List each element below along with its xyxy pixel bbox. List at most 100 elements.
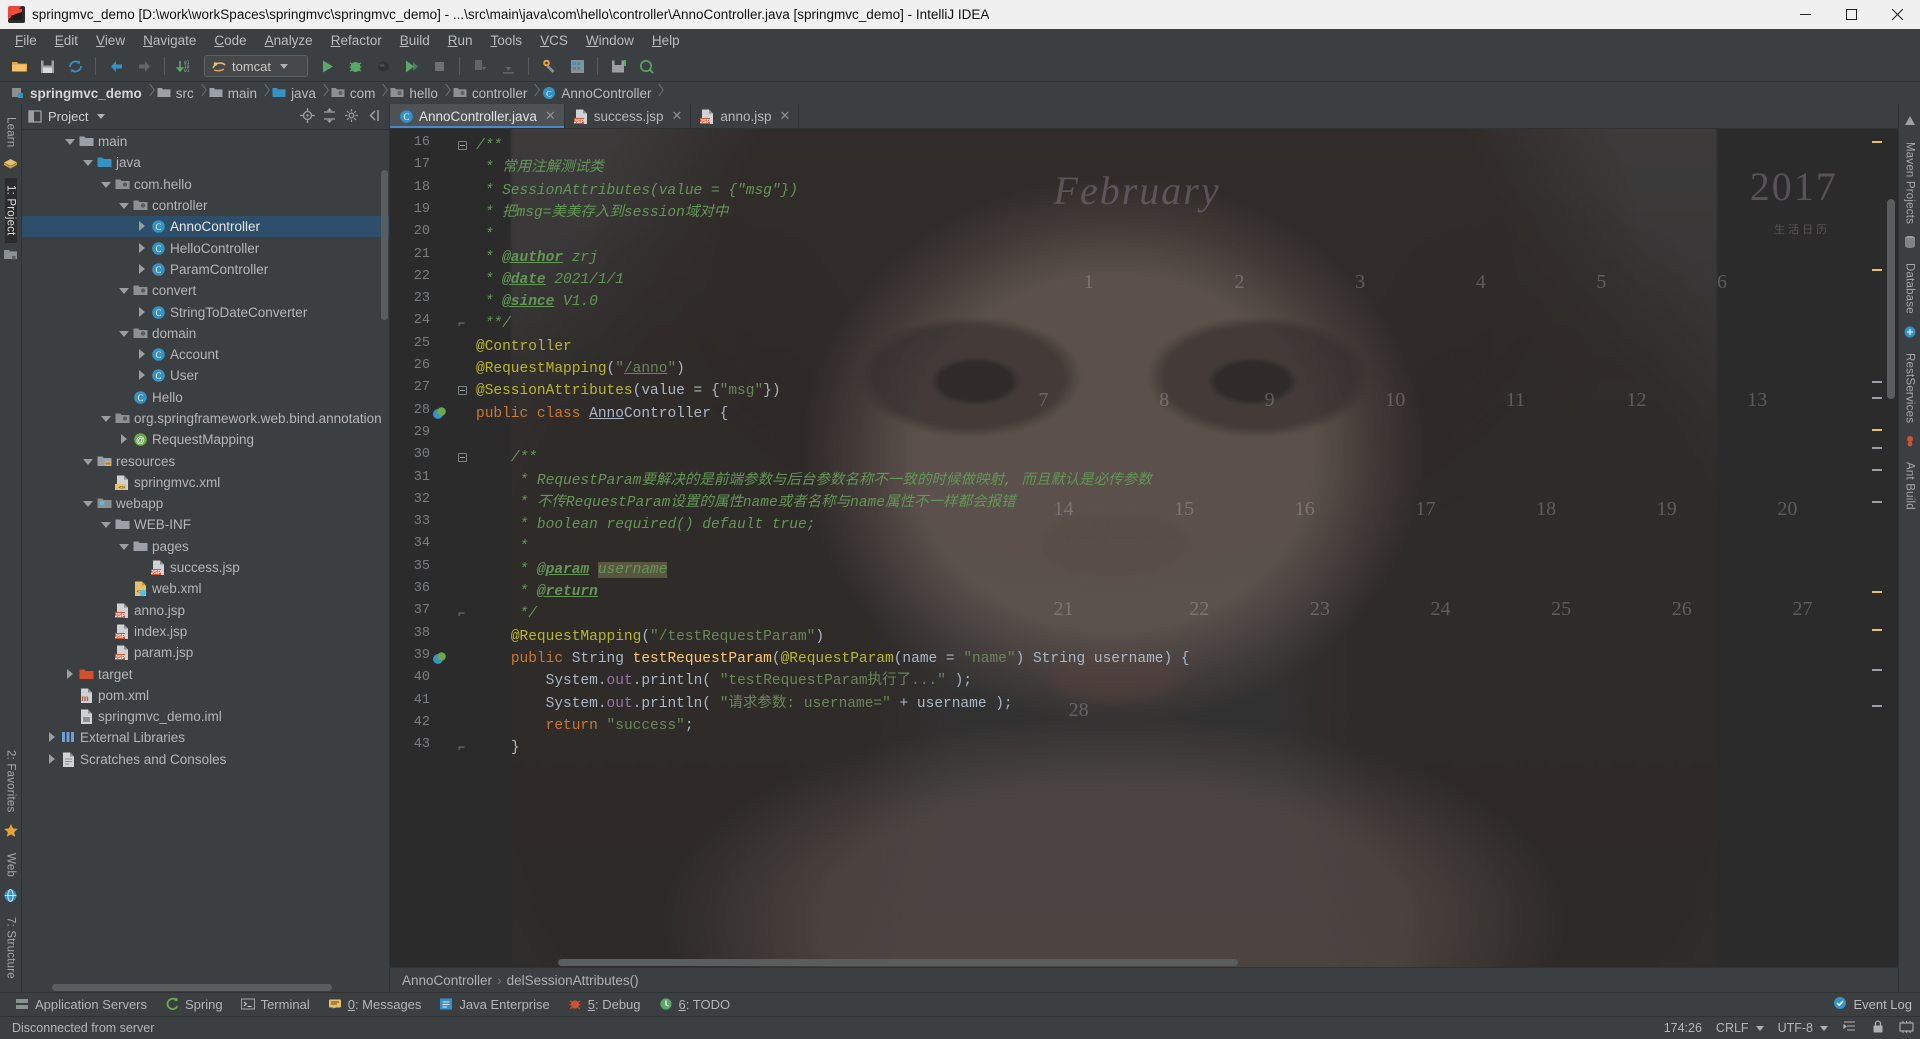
compile-icon[interactable]: 01 10 01 [172, 54, 198, 78]
database-icon[interactable] [1903, 235, 1917, 252]
spring-bean-gutter-icon[interactable] [432, 651, 447, 669]
code-line[interactable]: * 常用注解测试类 [476, 157, 1898, 179]
tree-item-index-jsp[interactable]: JSP index.jsp [22, 621, 389, 642]
tree-item-paramcontroller[interactable]: C ParamController [22, 259, 389, 280]
breadcrumb-annocontroller[interactable]: C AnnoController [539, 82, 655, 104]
tree-twisty-down-icon[interactable] [100, 413, 111, 424]
tree-twisty-right-icon[interactable] [136, 306, 147, 318]
tree-twisty-down-icon[interactable] [118, 328, 129, 339]
editor-viewport[interactable]: February 2017 生活日历 1 2 3 4 5 6 7 8 9 10 11 12 13 14 15… [390, 129, 1898, 967]
tree-twisty-down-icon[interactable] [82, 498, 93, 509]
code-line[interactable]: System.out.println( "testRequestParam执行了… [476, 670, 1898, 692]
profile-icon[interactable] [398, 54, 424, 78]
minimize-button[interactable] [1782, 0, 1828, 29]
settings-gear-icon[interactable] [536, 54, 562, 78]
menu-item-vcs[interactable]: VCS [531, 31, 577, 50]
code-line[interactable]: public String testRequestParam(@RequestP… [476, 648, 1898, 670]
favorites-star-icon[interactable] [3, 823, 19, 842]
tree-item-requestmapping[interactable]: @ RequestMapping [22, 429, 389, 450]
tree-item-target[interactable]: target [22, 663, 389, 684]
tree-twisty-right-icon[interactable] [136, 263, 147, 275]
tree-item-springmvc-demo-iml[interactable]: springmvc_demo.iml [22, 706, 389, 727]
code-fold-brace-icon[interactable]: ⌐ [458, 317, 467, 329]
code-line[interactable] [476, 425, 1898, 447]
breadcrumb-method[interactable]: delSessionAttributes() [507, 973, 639, 988]
close-icon[interactable]: ✕ [672, 108, 683, 124]
encoding-chevron-icon[interactable] [1820, 1025, 1828, 1031]
menu-item-file[interactable]: File [6, 31, 46, 50]
breadcrumb-springmvc-demo[interactable]: springmvc_demo [8, 82, 146, 104]
tree-item-resources[interactable]: resources [22, 450, 389, 471]
code-line[interactable]: @SessionAttributes(value = {"msg"}) [476, 380, 1898, 402]
project-view-chevron-icon[interactable] [97, 114, 106, 119]
code-fold-brace-icon[interactable]: ⌐ [458, 607, 467, 619]
tree-twisty-right-icon[interactable] [136, 221, 147, 232]
tree-twisty-right-icon[interactable] [136, 349, 147, 360]
event-log-label[interactable]: Event Log [1853, 997, 1912, 1012]
run-configuration-selector[interactable]: tomcat [204, 55, 308, 77]
rail-item-web[interactable]: Web [5, 846, 17, 884]
project-tree-scrollbar[interactable] [381, 130, 388, 983]
code-line[interactable]: */ [476, 603, 1898, 625]
tool-window-java-enterprise[interactable]: Java Enterprise [430, 995, 558, 1014]
line-separator[interactable]: CRLF [1716, 1021, 1764, 1035]
tool-window-terminal[interactable]: Terminal [232, 995, 319, 1014]
tree-item-com-hello[interactable]: com.hello [22, 174, 389, 195]
project-tree[interactable]: main java com.hello controller C AnnoControll… [22, 130, 389, 983]
tree-item-web-inf[interactable]: WEB-INF [22, 514, 389, 535]
tree-item-pom-xml[interactable]: m pom.xml [22, 685, 389, 706]
code-line[interactable]: * @return [476, 581, 1898, 603]
tree-item-anno-jsp[interactable]: JSP anno.jsp [22, 600, 389, 621]
code-line[interactable]: **/ [476, 313, 1898, 335]
forward-arrow-icon[interactable] [131, 54, 157, 78]
tree-item-hello[interactable]: C Hello [22, 387, 389, 408]
close-icon[interactable]: ✕ [545, 108, 556, 124]
tree-twisty-right-icon[interactable] [46, 732, 57, 743]
editor-gutter[interactable]: 16 17 18 19 20 21 22 23 24 25 26 27 28 29 30 31 32 33 34 35… [390, 129, 468, 967]
menu-item-edit[interactable]: Edit [46, 31, 87, 50]
search-everywhere-icon[interactable] [633, 54, 659, 78]
tree-twisty-right-icon[interactable] [64, 668, 75, 680]
tree-twisty-right-icon[interactable] [136, 242, 147, 254]
rail-item-structure[interactable]: 7: Structure [5, 910, 17, 986]
menu-item-build[interactable]: Build [391, 31, 439, 50]
editor-horizontal-scrollbar[interactable] [468, 957, 1880, 967]
rest-services-icon[interactable] [1903, 325, 1917, 342]
tool-window-application-servers[interactable]: Application Servers [6, 995, 156, 1014]
tree-twisty-right-icon[interactable] [118, 434, 129, 445]
web-rail-icon[interactable] [3, 888, 18, 906]
open-project-icon[interactable] [6, 54, 32, 78]
tree-twisty-down-icon[interactable] [118, 200, 129, 211]
tree-item-java[interactable]: java [22, 152, 389, 173]
rail-item-project[interactable]: 1: Project [4, 178, 17, 243]
breadcrumb-controller[interactable]: controller [450, 82, 532, 104]
tree-item-success-jsp[interactable]: JSP success.jsp [22, 557, 389, 578]
tree-item-account[interactable]: C Account [22, 344, 389, 365]
update-project-icon[interactable] [467, 54, 493, 78]
code-line[interactable]: * [476, 224, 1898, 246]
sync-icon[interactable] [62, 54, 88, 78]
rail-item-learn[interactable]: Learn [5, 110, 17, 154]
code-line[interactable]: * SessionAttributes(value = {"msg"}) [476, 180, 1898, 202]
code-line[interactable]: * 不传RequestParam设置的属性name或者名称与name属性不一样都… [476, 492, 1898, 514]
editor-tab-annocontroller-java[interactable]: C AnnoController.java ✕ [390, 104, 565, 128]
maven-icon[interactable] [1903, 114, 1917, 131]
tree-item-springmvc-xml[interactable]: <> springmvc.xml [22, 472, 389, 493]
learn-icon[interactable] [3, 158, 18, 174]
tree-twisty-down-icon[interactable] [118, 541, 129, 552]
editor-tab-anno-jsp[interactable]: JSP anno.jsp ✕ [691, 104, 800, 128]
tree-twisty-right-icon[interactable] [46, 753, 57, 765]
file-encoding[interactable]: UTF-8 [1778, 1021, 1828, 1035]
tree-item-hellocontroller[interactable]: C HelloController [22, 237, 389, 258]
code-line[interactable]: @RequestMapping("/testRequestParam") [476, 626, 1898, 648]
code-line[interactable]: public class AnnoController { [476, 403, 1898, 425]
code-line[interactable]: /** [476, 447, 1898, 469]
tree-twisty-down-icon[interactable] [100, 519, 111, 530]
caret-position[interactable]: 174:26 [1664, 1021, 1702, 1035]
code-line[interactable]: * 把msg=美美存入到session域对中 [476, 202, 1898, 224]
tree-twisty-right-icon[interactable] [136, 370, 147, 381]
tree-item-param-jsp[interactable]: JSP param.jsp [22, 642, 389, 663]
tree-item-stringtodateconverter[interactable]: C StringToDateConverter [22, 301, 389, 322]
run-icon[interactable] [314, 54, 340, 78]
tree-item-convert[interactable]: convert [22, 280, 389, 301]
